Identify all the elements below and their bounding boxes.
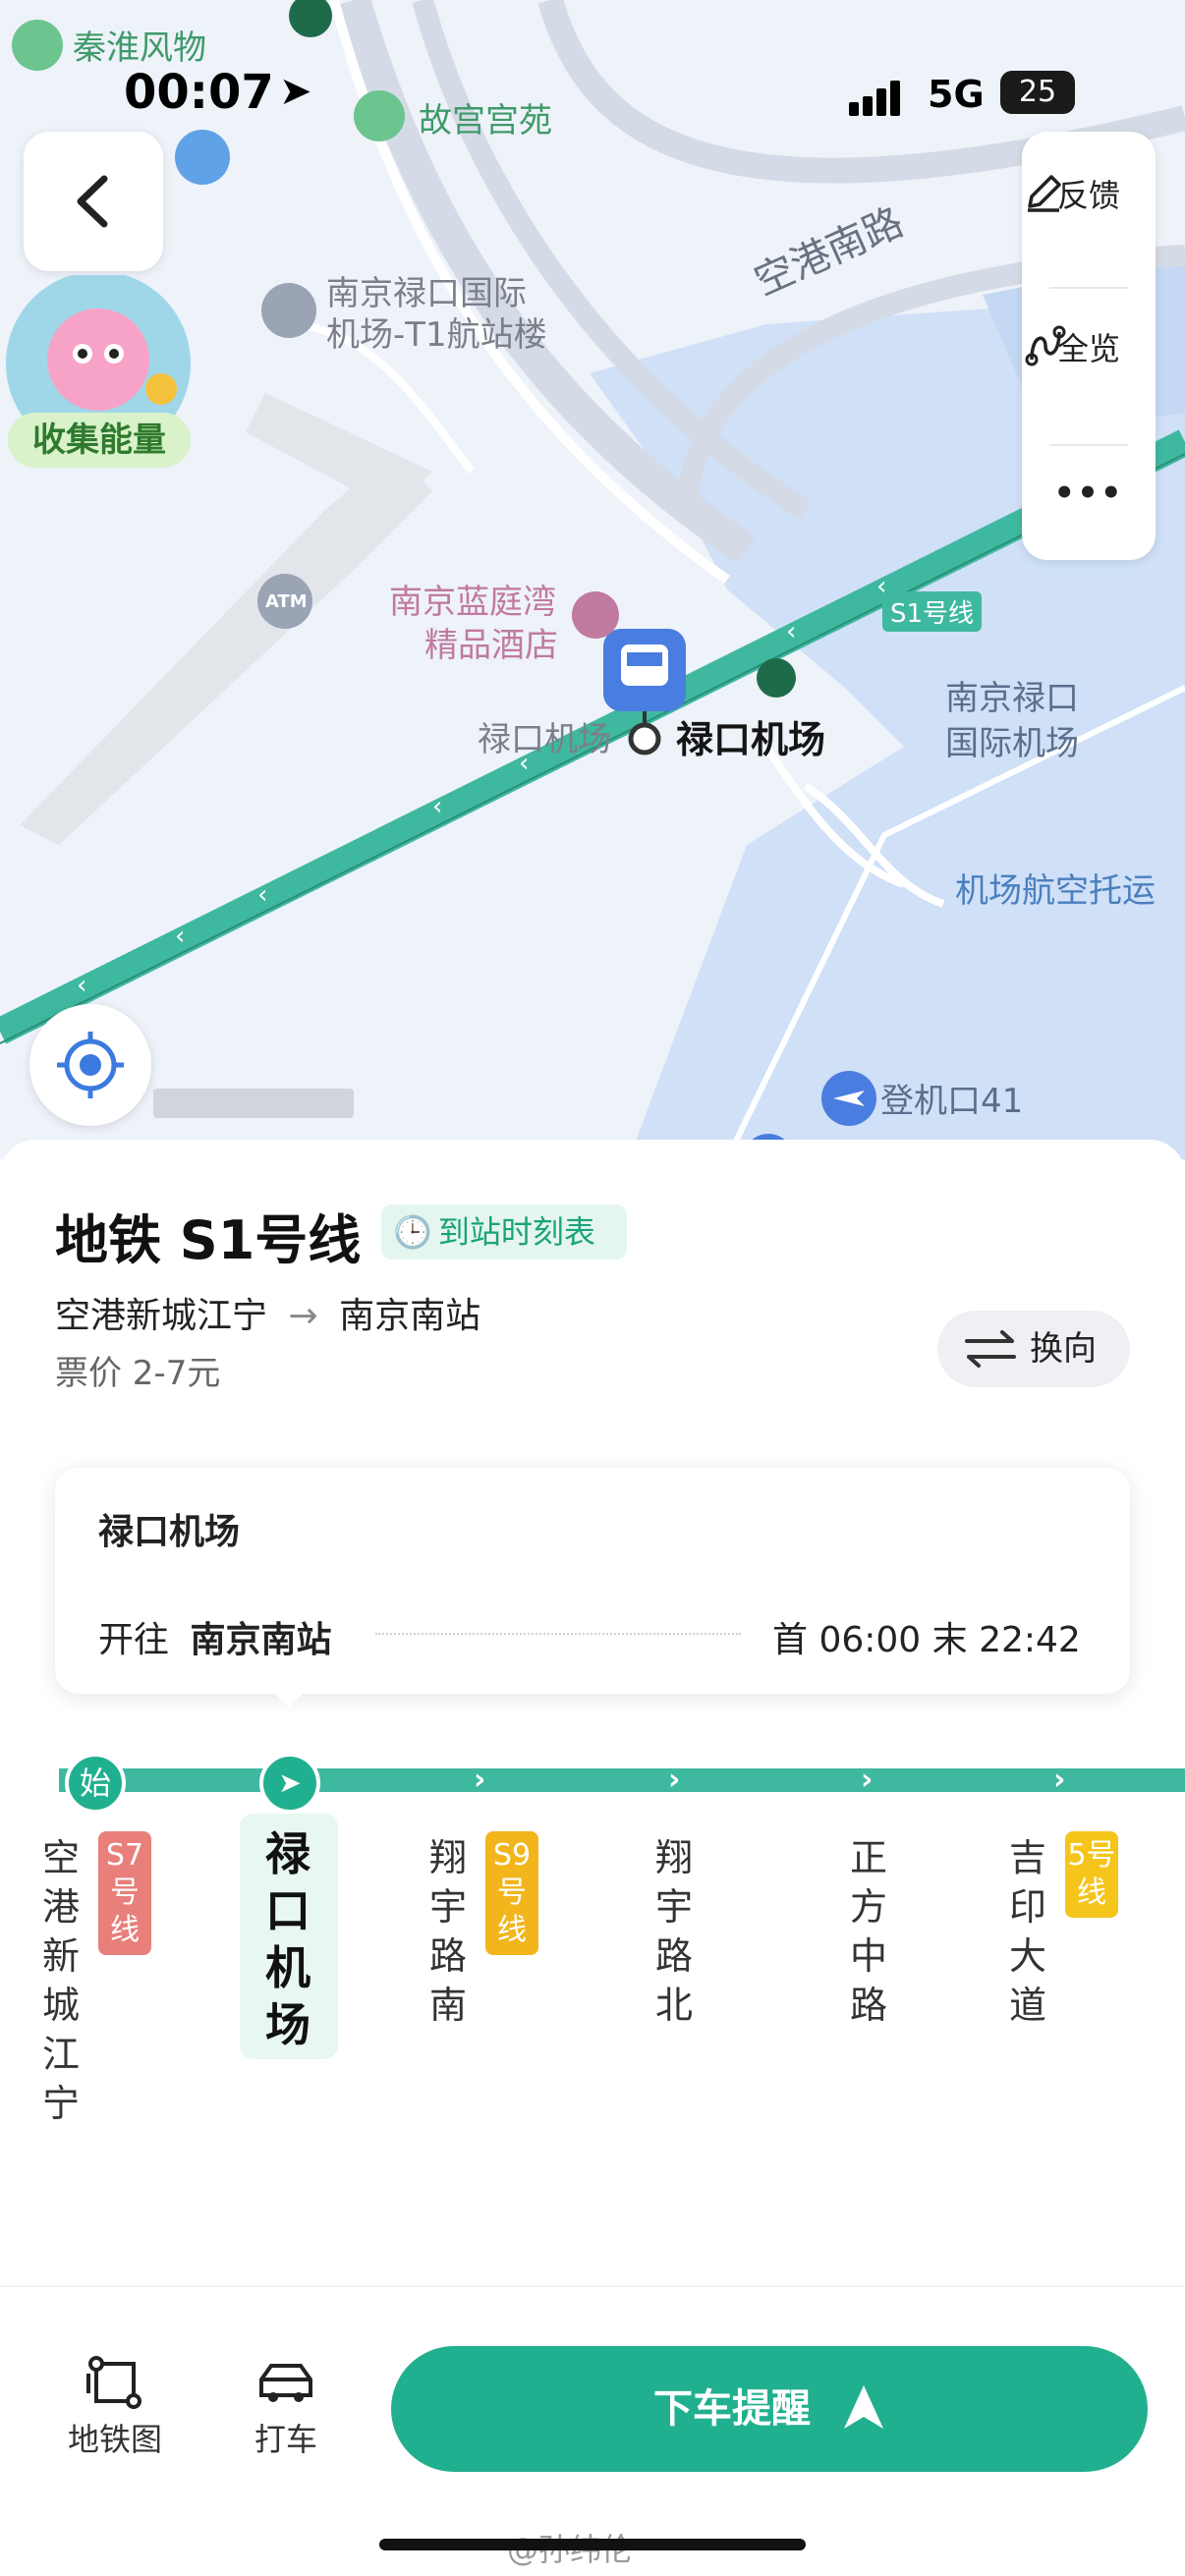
- location-arrow-icon: ➤: [279, 69, 312, 114]
- pencil-icon: [1028, 175, 1061, 212]
- status-time: 00:07: [124, 65, 274, 120]
- back-button[interactable]: [24, 132, 163, 271]
- map-label-qinhuai[interactable]: 秦淮风物: [73, 28, 206, 69]
- map-view[interactable]: ‹ ‹ ‹ ‹ ‹ ‹ ‹ 秦淮风物 故宫宫苑 南京禄口国际 机场-T1航站楼 …: [0, 0, 1185, 1159]
- first-last-train: 首 06:00 末 22:42: [772, 1620, 1081, 1660]
- station-name[interactable]: 吉印大道: [1006, 1833, 1049, 2030]
- chevron-left-icon: ‹: [175, 922, 186, 951]
- atm-icon: ATM: [265, 591, 308, 612]
- chevron-left-icon: ‹: [432, 792, 443, 821]
- metro-map-icon: [86, 2356, 141, 2409]
- map-label-gugong[interactable]: 故宫宫苑: [419, 100, 552, 141]
- locate-icon: [57, 1032, 124, 1098]
- line-terminus: 南京南站: [339, 1296, 481, 1336]
- clock-icon: 🕒: [393, 1213, 432, 1251]
- chevron-right-icon: ›: [474, 1763, 486, 1797]
- chevron-right-icon: ›: [1053, 1763, 1066, 1797]
- timetable-button[interactable]: 🕒 到站时刻表: [381, 1204, 627, 1260]
- card-toward: 开往 南京南站: [98, 1611, 331, 1662]
- station-name[interactable]: 空港新城江宁: [39, 1833, 83, 2128]
- locate-button[interactable]: [29, 1004, 151, 1126]
- signal-icon: [849, 79, 912, 118]
- line-origin: 空港新城江宁: [55, 1296, 268, 1336]
- current-station-icon: ➤: [259, 1753, 320, 1814]
- transfer-badge: S9号线: [485, 1831, 538, 1955]
- station-name[interactable]: 正方中路: [847, 1833, 890, 2030]
- feedback-button[interactable]: 反馈: [1022, 171, 1156, 216]
- map-label-hotel-line1[interactable]: 南京蓝庭湾: [389, 582, 556, 623]
- start-station-badge: 始: [65, 1753, 126, 1814]
- metro-map-button[interactable]: 地铁图: [61, 2350, 169, 2468]
- toward-prefix: 开往: [98, 1620, 170, 1660]
- station-name[interactable]: 翔宇路南: [426, 1833, 470, 2030]
- map-label-airport-line1[interactable]: 南京禄口: [945, 678, 1079, 719]
- station-name-current[interactable]: 禄口机场: [261, 1825, 314, 2053]
- taxi-icon: [259, 2364, 312, 2402]
- chevron-right-icon: ›: [668, 1763, 681, 1797]
- taxi-label: 打车: [254, 2421, 317, 2458]
- station-name[interactable]: 翔宇路北: [652, 1833, 696, 2030]
- line-direction: 空港新城江宁 → 南京南站: [55, 1287, 480, 1338]
- chevron-right-icon: ›: [861, 1763, 874, 1797]
- chevron-left-icon: [77, 175, 108, 228]
- map-label-t1-line2[interactable]: 机场-T1航站楼: [326, 314, 547, 356]
- map-control-panel: 反馈 全览 •••: [1022, 132, 1156, 560]
- bottom-divider: [0, 2285, 1185, 2287]
- timetable-label: 到站时刻表: [437, 1213, 595, 1251]
- arrow-right-icon: →: [288, 1296, 318, 1336]
- taxi-button[interactable]: 打车: [232, 2350, 340, 2468]
- chevron-left-icon: ‹: [257, 880, 268, 910]
- map-label-t1-line1[interactable]: 南京禄口国际: [326, 273, 527, 314]
- reverse-direction-button[interactable]: 换向: [937, 1311, 1130, 1387]
- line-title: 地铁 S1号线: [55, 1209, 362, 1271]
- card-station-name: 禄口机场: [98, 1512, 241, 1552]
- route-track: [59, 1768, 1185, 1792]
- more-button[interactable]: •••: [1022, 474, 1156, 513]
- map-label-airport-line2[interactable]: 国际机场: [945, 723, 1079, 764]
- map-graphics: [0, 0, 1185, 1159]
- dotted-divider: [375, 1633, 741, 1635]
- map-label-station-gray: 禄口机场: [478, 720, 611, 759]
- metro-map-label: 地铁图: [67, 2421, 162, 2458]
- map-label-consign[interactable]: 机场航空托运: [955, 870, 1156, 912]
- fare-range: 票价 2-7元: [55, 1354, 221, 1393]
- map-line-tag: S1号线: [882, 591, 983, 632]
- card-pointer: [267, 1686, 310, 1708]
- transfer-badge: S7号线: [98, 1831, 151, 1955]
- navigation-arrow-icon: [843, 2385, 883, 2429]
- swap-arrows-icon: [965, 1330, 1016, 1368]
- divider: [1049, 444, 1128, 446]
- chevron-left-icon: ‹: [77, 971, 87, 1000]
- map-scale-blurred: [153, 1089, 354, 1118]
- map-label-gate[interactable]: 登机口41: [880, 1081, 1023, 1122]
- overview-button[interactable]: 全览: [1022, 324, 1156, 369]
- battery-icon: 25: [1000, 71, 1075, 114]
- map-label-hotel-line2[interactable]: 精品酒店: [424, 625, 558, 666]
- collect-energy-badge[interactable]: 收集能量: [8, 413, 191, 468]
- map-label-station[interactable]: 禄口机场: [676, 719, 825, 760]
- toward-station: 南京南站: [190, 1620, 332, 1660]
- alight-reminder-label: 下车提醒: [653, 2386, 812, 2432]
- divider: [1049, 287, 1128, 289]
- chevron-left-icon: ‹: [786, 617, 797, 646]
- home-indicator[interactable]: [379, 2539, 806, 2550]
- transfer-badge: 5号线: [1065, 1831, 1118, 1918]
- reverse-label: 换向: [1030, 1329, 1097, 1369]
- route-overview-icon: [1025, 325, 1066, 366]
- network-type: 5G: [928, 73, 985, 116]
- alight-reminder-button[interactable]: 下车提醒: [391, 2346, 1148, 2472]
